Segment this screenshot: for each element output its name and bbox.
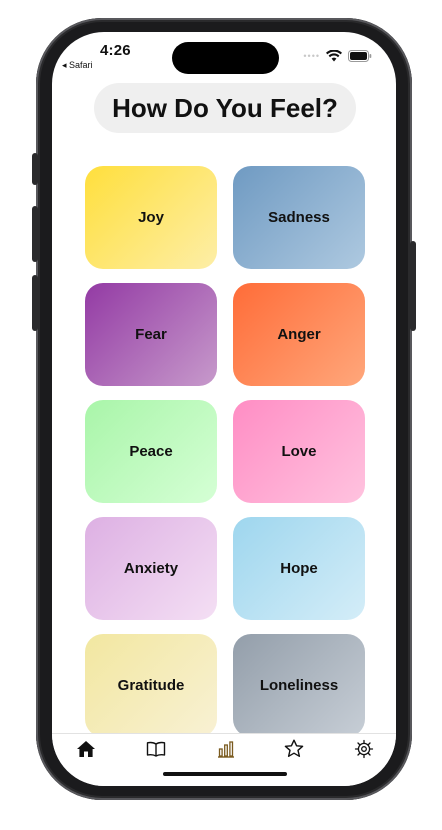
emotion-label: Fear xyxy=(135,326,167,343)
emotion-grid: Joy Sadness Fear Anger Peace Love Anxiet… xyxy=(85,166,366,737)
gear-icon xyxy=(354,739,374,764)
page-title: How Do You Feel? xyxy=(112,92,338,123)
battery-icon xyxy=(348,50,372,62)
title-pill: How Do You Feel? xyxy=(94,83,356,133)
tab-journal[interactable] xyxy=(145,740,167,762)
emotion-card-anxiety[interactable]: Anxiety xyxy=(85,517,217,620)
cellular-signal-icon: •••• xyxy=(303,51,320,61)
volume-down-button xyxy=(32,275,38,331)
emotion-card-fear[interactable]: Fear xyxy=(85,283,217,386)
emotion-label: Anger xyxy=(277,326,321,343)
emotion-label: Sadness xyxy=(268,209,330,226)
back-to-safari-link[interactable]: ◂ Safari xyxy=(62,60,93,71)
emotion-card-love[interactable]: Love xyxy=(233,400,365,503)
tab-stats[interactable] xyxy=(215,740,237,762)
dynamic-island xyxy=(172,42,279,74)
star-icon xyxy=(284,739,304,763)
emotion-label: Anxiety xyxy=(123,560,179,577)
emotion-card-anger[interactable]: Anger xyxy=(233,283,365,386)
power-button xyxy=(410,241,416,331)
home-icon xyxy=(76,740,96,763)
bar-chart-icon xyxy=(216,740,236,763)
emotion-label: Peace xyxy=(129,443,173,460)
tab-bar xyxy=(52,733,396,786)
emotion-card-sadness[interactable]: Sadness xyxy=(233,166,365,269)
emotion-label: Love xyxy=(281,443,317,460)
action-button xyxy=(32,153,38,185)
emotion-label: Loneliness xyxy=(259,677,339,694)
status-icons: •••• xyxy=(303,50,372,62)
emotion-label: Hope xyxy=(280,560,318,577)
emotion-card-gratitude[interactable]: Gratitude xyxy=(85,634,217,737)
wifi-icon xyxy=(326,50,342,62)
emotion-card-peace[interactable]: Peace xyxy=(85,400,217,503)
volume-up-button xyxy=(32,206,38,262)
emotion-card-hope[interactable]: Hope xyxy=(233,517,365,620)
status-time: 4:26 xyxy=(100,42,131,59)
screen: 4:26 ◂ Safari •••• How Do You Feel? Joy … xyxy=(52,32,396,786)
tab-home[interactable] xyxy=(75,740,97,762)
emotion-card-joy[interactable]: Joy xyxy=(85,166,217,269)
emotion-label: Joy xyxy=(138,209,164,226)
home-indicator xyxy=(163,772,287,776)
tab-favorites[interactable] xyxy=(283,739,305,763)
tab-settings[interactable] xyxy=(353,739,375,764)
book-icon xyxy=(146,741,166,762)
emotion-card-loneliness[interactable]: Loneliness xyxy=(233,634,365,737)
emotion-label: Gratitude xyxy=(117,677,185,694)
